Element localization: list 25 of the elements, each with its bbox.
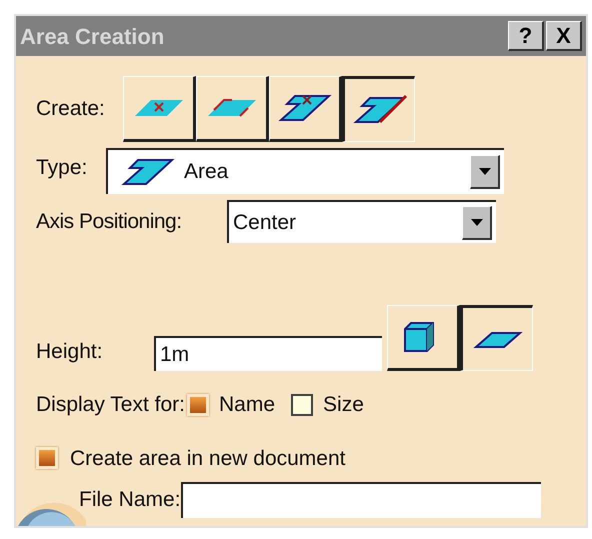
caret-icon	[470, 218, 482, 226]
height-field[interactable]: 1m	[154, 336, 382, 371]
file-name-field[interactable]	[180, 482, 541, 518]
height-label: Height:	[36, 338, 104, 364]
create-mode-button[interactable]	[342, 76, 415, 142]
axis-positioning-value: Center	[233, 210, 296, 236]
caret-icon	[478, 168, 490, 175]
checkbox-label: Create area in new document	[70, 446, 346, 472]
window-title: Area Creation	[20, 22, 164, 50]
create-label: Create:	[36, 96, 106, 122]
axis-positioning-dropdown[interactable]: Center	[227, 200, 496, 243]
close-button[interactable]: X	[546, 21, 582, 51]
height-mode-button[interactable]	[460, 305, 533, 371]
checkbox[interactable]	[291, 394, 314, 416]
display-text-label: Display Text for:	[36, 392, 185, 418]
help-button[interactable]: ?	[508, 21, 544, 51]
checkbox-label: Size	[323, 392, 364, 418]
type-dropdown[interactable]: Area	[106, 148, 504, 194]
axis-positioning-label: Axis Positioning:	[36, 208, 183, 235]
file-name-label: File Name:	[79, 487, 181, 514]
type-label: Type:	[36, 155, 88, 181]
type-value: Area	[184, 159, 228, 186]
dropdown-button[interactable]	[462, 206, 492, 240]
dropdown-button[interactable]	[470, 155, 500, 189]
checkbox-label: Name	[219, 392, 276, 418]
